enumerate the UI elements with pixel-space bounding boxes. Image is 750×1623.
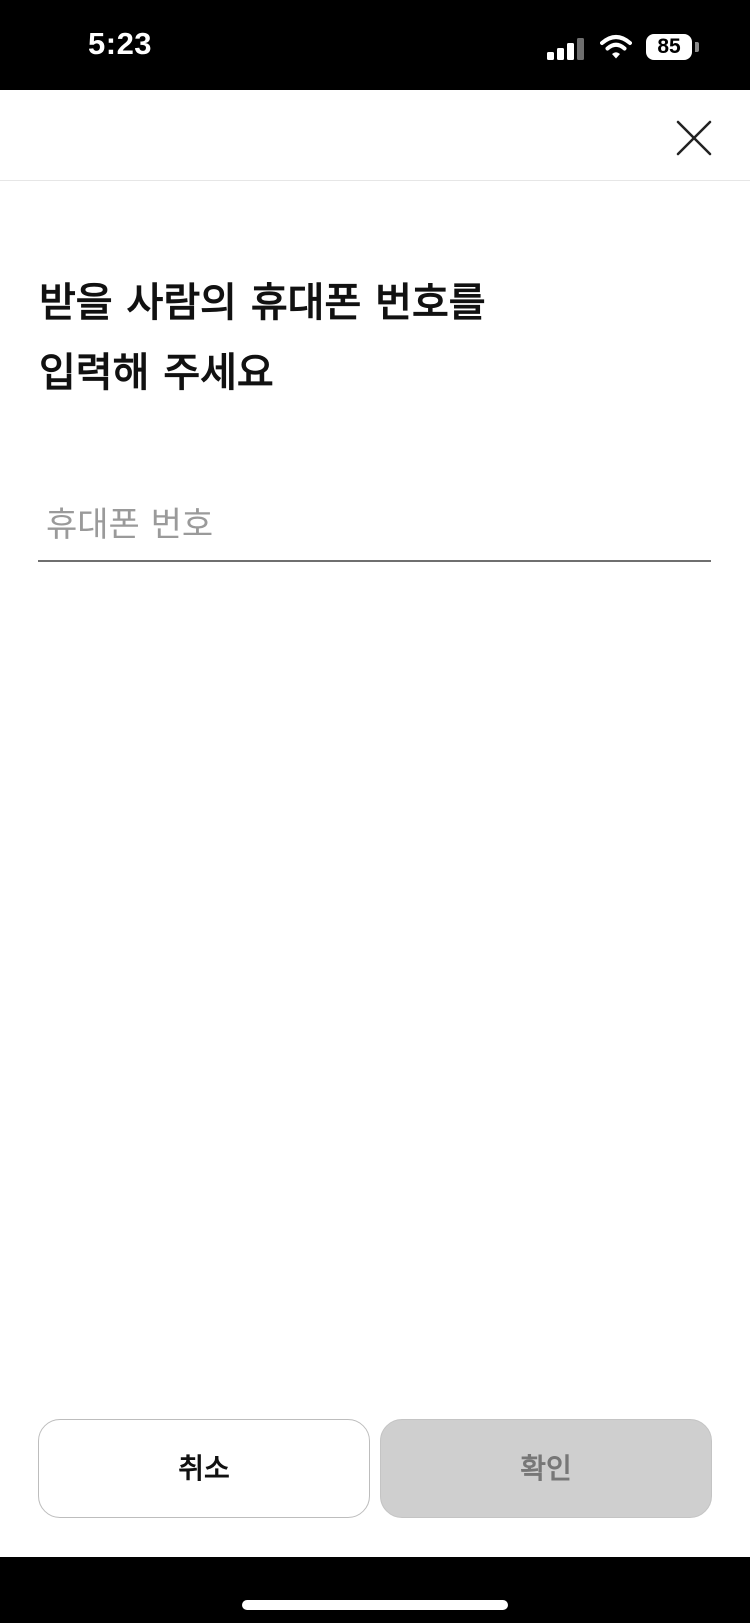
home-bar xyxy=(0,1557,750,1623)
page-title-line-2: 입력해 주세요 xyxy=(39,350,274,396)
close-button[interactable] xyxy=(666,110,722,166)
home-indicator[interactable] xyxy=(242,1600,508,1610)
battery-cap xyxy=(695,42,699,52)
status-bar: 5:23 85 xyxy=(0,0,750,90)
wifi-icon xyxy=(600,35,632,59)
signal-icon xyxy=(547,38,584,60)
status-time: 5:23 xyxy=(88,26,153,61)
page-title: 받을 사람의 휴대폰 번호를 입력해 주세요 xyxy=(39,268,699,408)
phone-number-input[interactable] xyxy=(38,490,711,562)
battery-icon: 85 xyxy=(646,34,700,62)
confirm-button[interactable]: 확인 xyxy=(380,1419,712,1518)
cancel-button[interactable]: 취소 xyxy=(38,1419,370,1518)
modal-header xyxy=(0,90,750,181)
page-title-line-1: 받을 사람의 휴대폰 번호를 xyxy=(39,280,486,326)
battery-level: 85 xyxy=(657,35,681,58)
close-icon xyxy=(676,120,712,156)
